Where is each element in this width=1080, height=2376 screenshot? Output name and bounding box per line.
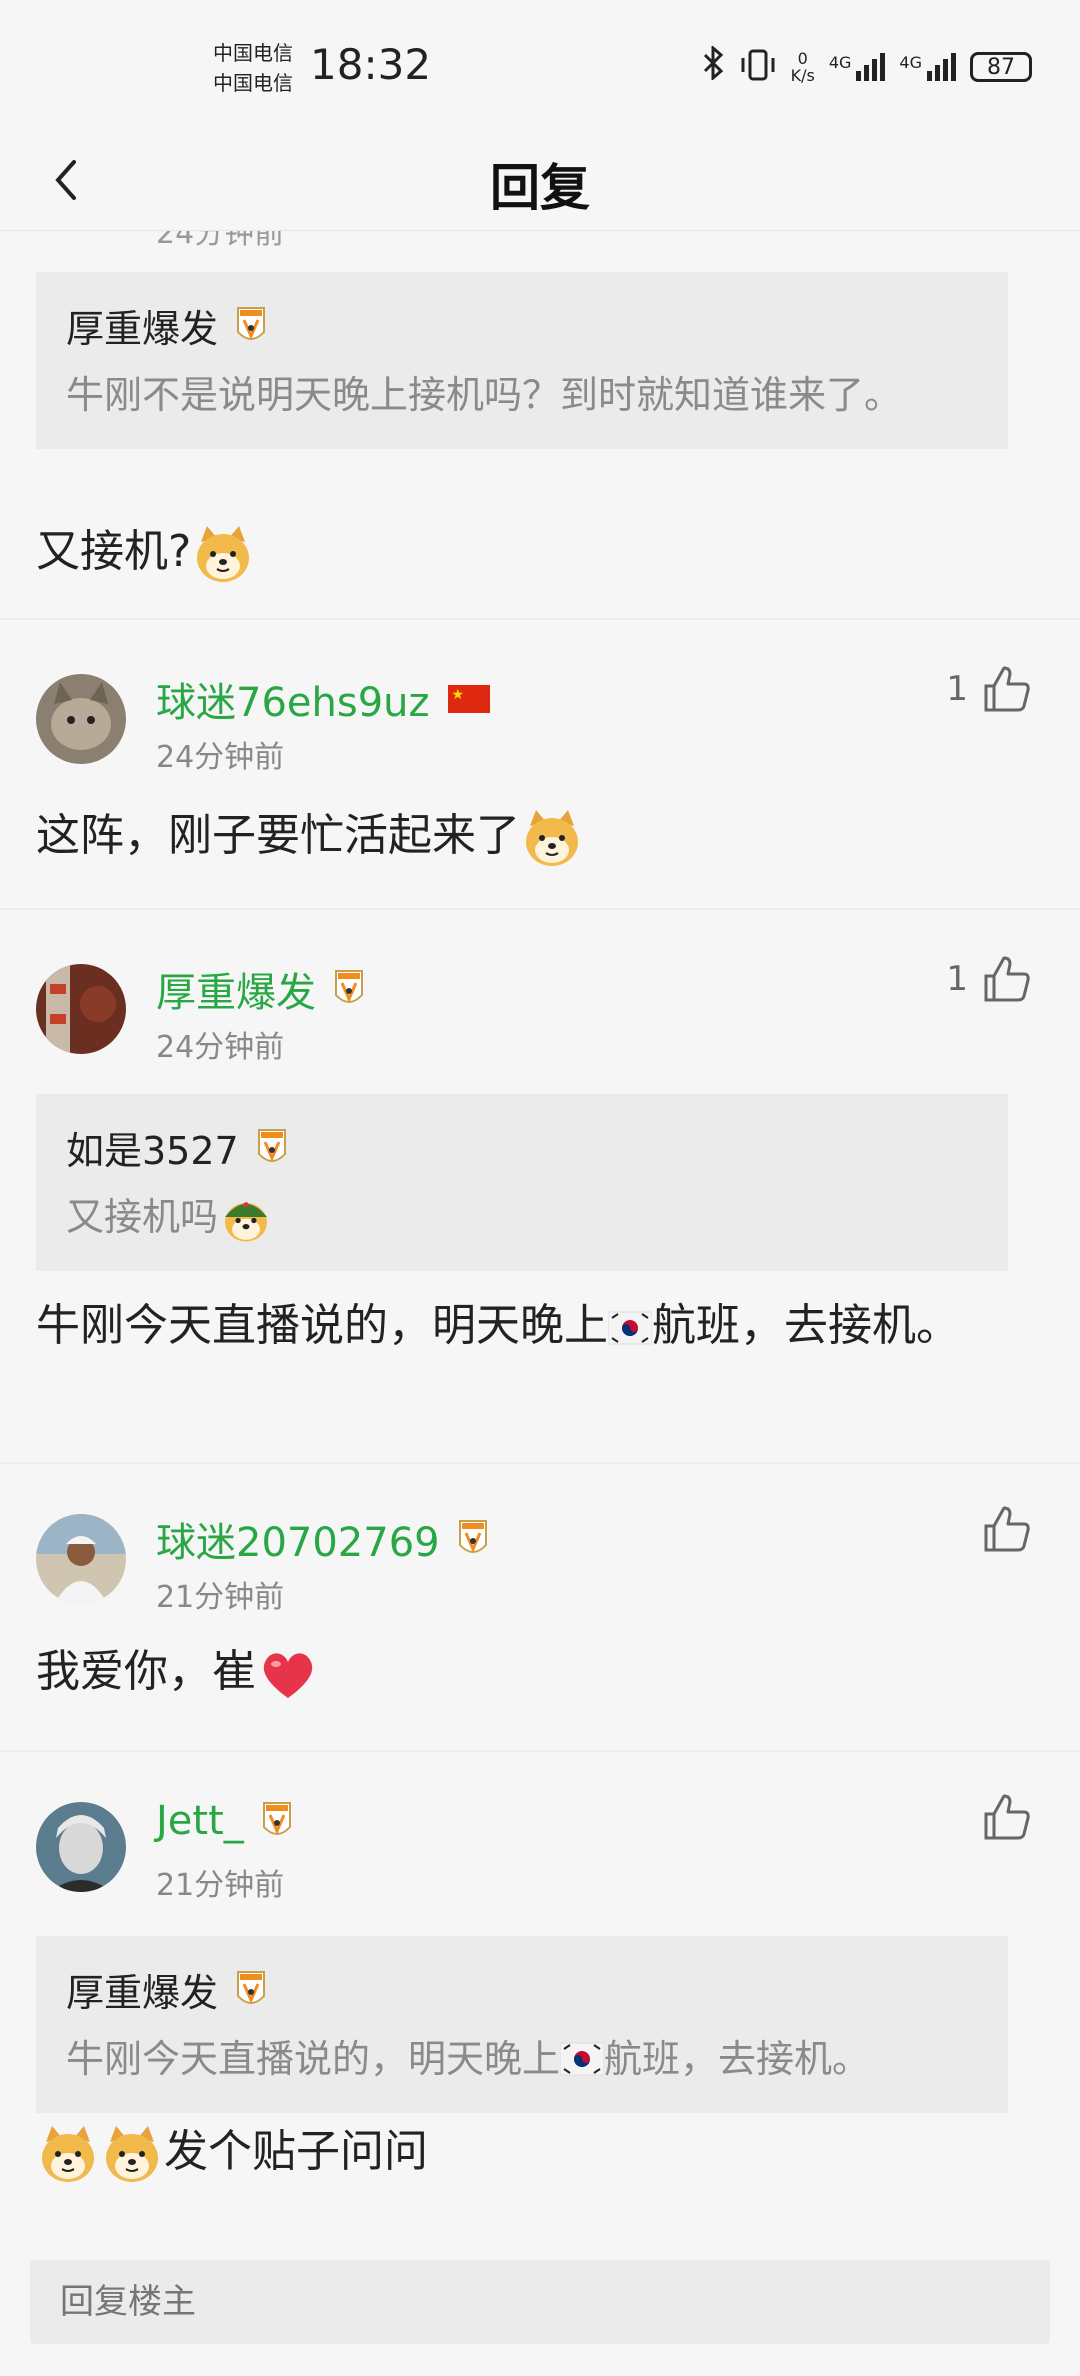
quoted-reply: 厚重爆发 牛刚不是说明天晚上接机吗？到时就知道谁来了。 <box>36 272 1008 449</box>
avatar[interactable] <box>36 964 126 1054</box>
club-badge-icon <box>458 1519 488 1559</box>
like-button[interactable]: 1 <box>946 954 1032 1004</box>
comment-time: 21分钟前 <box>156 1580 285 1615</box>
china-flag-icon <box>447 685 490 713</box>
top-navigation: 回复 <box>0 130 1080 231</box>
vibrate-icon <box>739 48 777 86</box>
quoted-text: 又接机吗 <box>66 1189 978 1245</box>
username[interactable]: 球迷20702769 <box>156 1510 488 1568</box>
quoted-username[interactable]: 厚重爆发 <box>66 1962 218 2017</box>
divider <box>0 908 1080 910</box>
like-count: 1 <box>946 669 968 709</box>
username[interactable]: 球迷76ehs9uz <box>156 670 490 728</box>
like-count: 1 <box>946 959 968 999</box>
doge-emoji-icon <box>191 522 255 586</box>
club-badge-icon <box>236 1970 266 2010</box>
club-badge-icon <box>334 969 364 1009</box>
network-speed: 0 K/s <box>790 49 815 85</box>
comment-text: 我爱你，崔 <box>36 1634 1020 1710</box>
comment-text: 发个贴子问问 <box>36 2114 1020 2190</box>
bluetooth-icon <box>701 44 725 88</box>
signal-1-icon: 4G <box>829 53 886 81</box>
comment-text: 牛刚今天直播说的，明天晚上 航班，去接机。 <box>36 1300 960 1351</box>
comment-time: 21分钟前 <box>156 1868 285 1903</box>
carrier-2: 中国电信 <box>213 71 293 95</box>
doge-emoji-icon <box>520 806 584 870</box>
doge-emoji-icon <box>36 2122 100 2186</box>
username[interactable]: Jett_ <box>156 1798 292 1844</box>
club-badge-icon <box>262 1801 292 1841</box>
divider <box>0 618 1080 620</box>
status-bar: 中国电信 中国电信 18:32 0 K/s 4G 4G 87 <box>0 0 1080 130</box>
reply-bar <box>0 2230 1080 2376</box>
quoted-reply: 如是3527 又接机吗 <box>36 1094 1008 1271</box>
south-korea-flag-icon <box>608 1306 652 1350</box>
thumbs-up-icon <box>982 1792 1032 1842</box>
avatar[interactable] <box>36 1514 126 1604</box>
carrier-1: 中国电信 <box>213 41 293 65</box>
like-button[interactable] <box>968 1792 1032 1842</box>
battery-icon: 87 <box>970 52 1032 82</box>
quoted-username[interactable]: 如是3527 <box>66 1120 239 1175</box>
comment-time: 24分钟前 <box>156 1030 285 1065</box>
doge-emoji-icon <box>100 2122 164 2186</box>
comment-time: 24分钟前 <box>156 740 285 775</box>
thumbs-up-icon <box>982 954 1032 1004</box>
comment-text: 又接机? <box>36 514 1020 590</box>
thumbs-up-icon <box>982 1504 1032 1554</box>
signal-2-icon: 4G <box>899 53 956 81</box>
divider <box>0 1462 1080 1464</box>
quoted-username[interactable]: 厚重爆发 <box>66 298 218 353</box>
page-title: 回复 <box>490 159 590 217</box>
carrier-labels: 中国电信 中国电信 <box>213 38 293 98</box>
avatar[interactable] <box>36 1802 126 1892</box>
club-badge-icon <box>257 1128 287 1168</box>
avatar[interactable] <box>36 674 126 764</box>
quoted-text: 牛刚不是说明天晚上接机吗？到时就知道谁来了。 <box>66 373 903 417</box>
reply-input[interactable] <box>30 2260 1050 2344</box>
like-button[interactable] <box>968 1504 1032 1554</box>
quoted-text: 牛刚今天直播说的，明天晚上 航班，去接机。 <box>66 2037 871 2081</box>
divider <box>0 1750 1080 1752</box>
status-icons: 0 K/s 4G 4G 87 <box>701 44 1032 88</box>
heart-emoji-icon <box>256 1642 320 1706</box>
thumbs-up-icon <box>982 664 1032 714</box>
club-badge-icon <box>236 306 266 346</box>
status-time: 18:32 <box>310 40 432 89</box>
south-korea-flag-icon <box>560 2037 604 2081</box>
username[interactable]: 厚重爆发 <box>156 960 364 1018</box>
quoted-reply: 厚重爆发 牛刚今天直播说的，明天晚上 航班，去接机。 <box>36 1936 1008 2113</box>
like-button[interactable]: 1 <box>946 664 1032 714</box>
comment-text: 这阵，刚子要忙活起来了 <box>36 798 1020 874</box>
doge-helmet-emoji-icon <box>218 1189 274 1245</box>
